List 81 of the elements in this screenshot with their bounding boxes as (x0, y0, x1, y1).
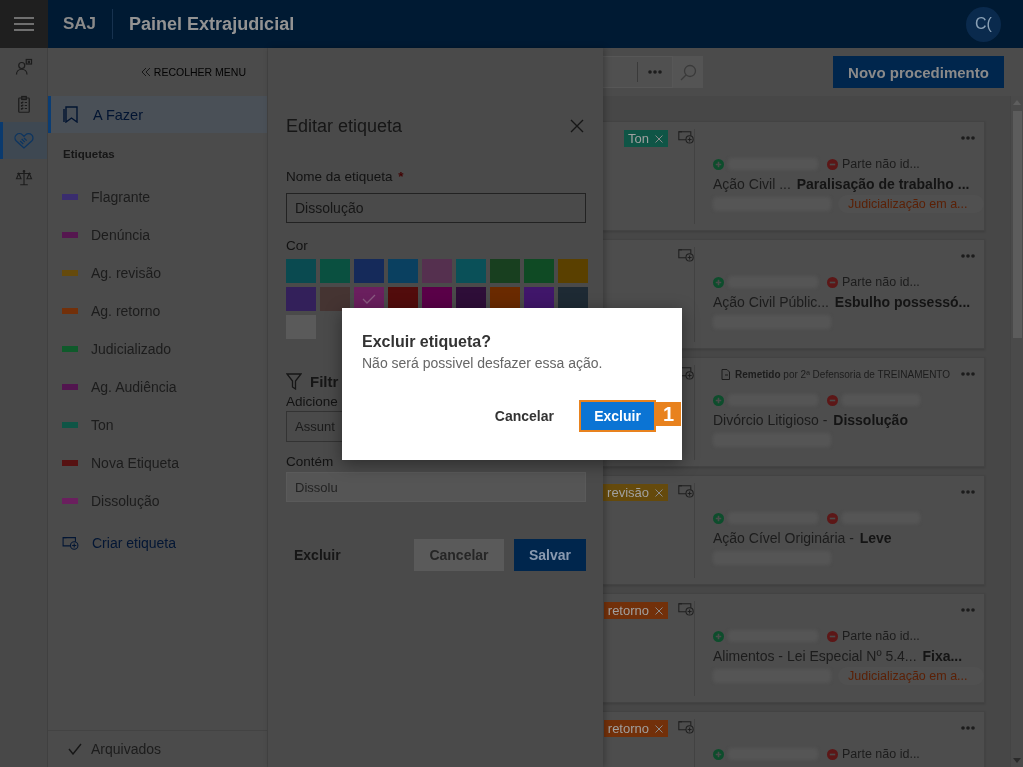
document-icon (721, 368, 730, 380)
double-chevron-icon (141, 67, 150, 76)
field-label: Contém (286, 454, 334, 470)
hint-text: Adicione (286, 394, 338, 410)
field-label: Cor (286, 238, 308, 254)
chip-label: retorno (607, 603, 649, 618)
dialog-button[interactable]: Cancelar (484, 400, 564, 432)
scroll-down-icon[interactable] (1013, 758, 1021, 763)
color-swatch[interactable] (388, 287, 418, 311)
color-swatch[interactable] (524, 287, 554, 311)
check-icon (362, 294, 376, 304)
more-icon[interactable] (961, 254, 975, 258)
search-icon (679, 63, 697, 81)
close-icon[interactable] (655, 488, 663, 497)
close-icon[interactable] (655, 724, 663, 733)
menu-item[interactable]: A Fazer (48, 96, 267, 133)
more-icon[interactable] (648, 70, 662, 74)
check-icon (68, 743, 82, 755)
more-icon[interactable] (961, 490, 975, 494)
collapse-menu-button[interactable]: RECOLHER MENU (141, 64, 246, 79)
scrollbar-thumb[interactable] (1012, 111, 1022, 338)
color-swatch[interactable] (422, 287, 452, 311)
field-label: Nome da etiqueta * (286, 169, 404, 185)
plus-circle-icon (713, 158, 724, 170)
search-field[interactable] (603, 56, 673, 88)
filter-icon (286, 372, 302, 390)
close-icon[interactable] (655, 134, 663, 143)
color-swatch[interactable] (490, 287, 520, 311)
color-swatch[interactable] (320, 259, 350, 283)
dialog-title: Excluir etiqueta? (362, 332, 491, 352)
color-swatch[interactable] (320, 287, 350, 311)
step-badge: 1 (656, 402, 681, 426)
dialog-message: Não será possivel desfazer essa ação. (362, 354, 603, 372)
plus-circle-icon (713, 276, 724, 288)
color-swatch[interactable] (388, 259, 418, 283)
bookmark-icon (63, 106, 78, 123)
minus-circle-icon (827, 394, 838, 406)
color-swatch[interactable] (354, 287, 384, 311)
plus-circle-icon (713, 394, 724, 406)
close-button[interactable] (570, 119, 584, 133)
nav-button[interactable] (0, 122, 47, 159)
more-icon[interactable] (961, 372, 975, 376)
color-swatch[interactable] (490, 259, 520, 283)
chip-label: Ton (628, 131, 649, 146)
color-swatch[interactable] (286, 287, 316, 311)
more-icon[interactable] (961, 608, 975, 612)
minus-circle-icon (827, 748, 838, 760)
color-swatch[interactable] (456, 259, 486, 283)
minus-circle-icon (827, 158, 838, 170)
dialog-button[interactable]: Excluir (579, 400, 656, 432)
chip-label: retorno (607, 721, 649, 736)
app-name: SAJ (63, 14, 97, 34)
close-icon[interactable] (655, 606, 663, 615)
plus-circle-icon (713, 512, 724, 524)
color-swatch[interactable] (524, 259, 554, 283)
more-icon[interactable] (961, 136, 975, 140)
plus-circle-icon (713, 748, 724, 760)
panel-button[interactable]: Salvar (514, 539, 586, 571)
menu-icon (14, 17, 34, 31)
user-avatar[interactable]: C( (966, 6, 1001, 42)
color-swatch[interactable] (422, 259, 452, 283)
heart-icon (13, 131, 34, 150)
menu-button[interactable] (0, 0, 48, 48)
minus-circle-icon (827, 630, 838, 642)
scales-icon (14, 168, 33, 187)
plus-circle-icon (713, 630, 724, 642)
chip-label: revisão (607, 485, 649, 500)
more-icon[interactable] (961, 726, 975, 730)
person-chat-icon (14, 57, 33, 76)
create-tag-button[interactable]: Criar etiqueta (48, 524, 267, 562)
new-procedure-button[interactable]: Novo procedimento (833, 56, 1004, 88)
close-icon (570, 119, 584, 133)
minus-circle-icon (827, 276, 838, 288)
search-button[interactable] (673, 56, 703, 88)
page-title: Painel Extrajudicial (129, 13, 295, 35)
minus-circle-icon (827, 512, 838, 524)
color-swatch[interactable] (354, 259, 384, 283)
color-swatch[interactable] (286, 259, 316, 283)
color-swatch[interactable] (456, 287, 486, 311)
color-swatch[interactable] (558, 287, 588, 311)
color-swatch[interactable] (558, 259, 588, 283)
